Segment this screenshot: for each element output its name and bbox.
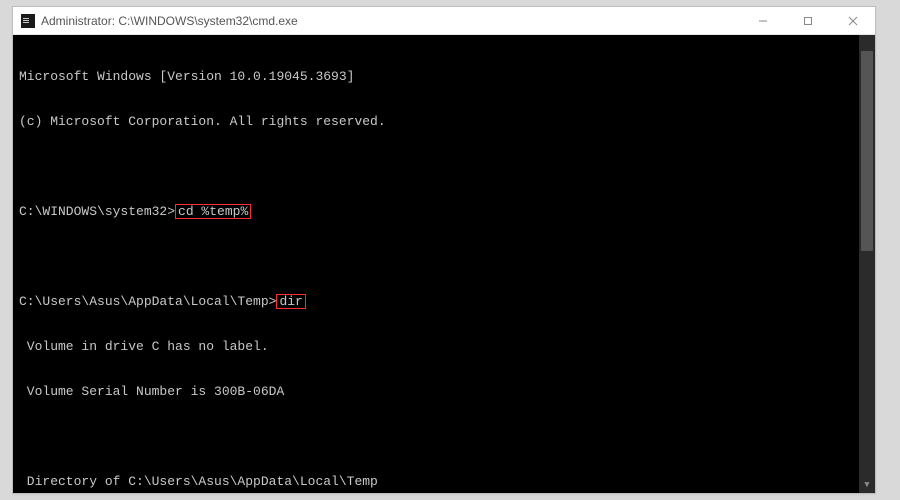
banner-line: Microsoft Windows [Version 10.0.19045.36… xyxy=(19,69,869,84)
window-title: Administrator: C:\WINDOWS\system32\cmd.e… xyxy=(41,14,740,28)
titlebar[interactable]: Administrator: C:\WINDOWS\system32\cmd.e… xyxy=(13,7,875,35)
scroll-down-icon[interactable]: ▼ xyxy=(859,477,875,493)
volume-line: Volume Serial Number is 300B-06DA xyxy=(19,384,869,399)
highlight-command: dir xyxy=(276,294,305,309)
maximize-button[interactable] xyxy=(785,7,830,35)
volume-line: Volume in drive C has no label. xyxy=(19,339,869,354)
terminal-content[interactable]: Microsoft Windows [Version 10.0.19045.36… xyxy=(13,35,875,493)
banner-line: (c) Microsoft Corporation. All rights re… xyxy=(19,114,869,129)
minimize-button[interactable] xyxy=(740,7,785,35)
prompt-line: C:\Users\Asus\AppData\Local\Temp>dir xyxy=(19,294,869,309)
cmd-window: Administrator: C:\WINDOWS\system32\cmd.e… xyxy=(12,6,876,494)
directory-of-line: Directory of C:\Users\Asus\AppData\Local… xyxy=(19,474,869,489)
prompt-line: C:\WINDOWS\system32>cd %temp% xyxy=(19,204,869,219)
close-button[interactable] xyxy=(830,7,875,35)
scroll-thumb[interactable] xyxy=(861,51,873,251)
cmd-icon xyxy=(21,14,35,28)
highlight-command: cd %temp% xyxy=(175,204,251,219)
scrollbar[interactable]: ▲ ▼ xyxy=(859,35,875,493)
